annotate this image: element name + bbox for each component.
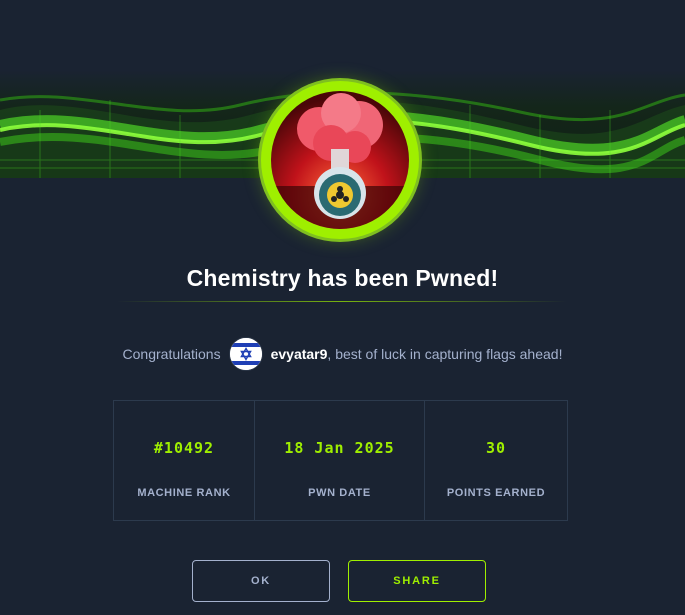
- title-divider: [117, 301, 567, 302]
- share-button[interactable]: SHARE: [348, 560, 486, 602]
- congrats-suffix: , best of luck in capturing flags ahead!: [327, 346, 563, 362]
- ok-button[interactable]: OK: [192, 560, 330, 602]
- username-link[interactable]: evyatar9: [271, 346, 328, 362]
- stat-label: PWN DATE: [308, 487, 371, 499]
- congrats-prefix: Congratulations: [122, 346, 221, 362]
- stats-panel: #10492 MACHINE RANK 18 Jan 2025 PWN DATE…: [113, 400, 568, 521]
- stat-pwn-date: 18 Jan 2025 PWN DATE: [255, 401, 425, 520]
- pwn-dialog: Chemistry has been Pwned! Congratulation…: [0, 0, 685, 615]
- machine-avatar: [261, 81, 419, 239]
- stat-points-earned: 30 POINTS EARNED: [425, 401, 567, 520]
- potion-flask-icon: [271, 91, 409, 229]
- page-title: Chemistry has been Pwned!: [186, 265, 499, 291]
- stat-value: 30: [485, 439, 507, 457]
- stat-label: POINTS EARNED: [446, 487, 546, 499]
- stat-value: 18 Jan 2025: [284, 439, 395, 457]
- stat-label: MACHINE RANK: [137, 487, 231, 499]
- stat-machine-rank: #10492 MACHINE RANK: [114, 401, 255, 520]
- israel-flag-icon: [228, 337, 263, 371]
- stat-value: #10492: [153, 439, 215, 457]
- congrats-message: Congratulations evyatar9 , best of luck …: [0, 336, 685, 372]
